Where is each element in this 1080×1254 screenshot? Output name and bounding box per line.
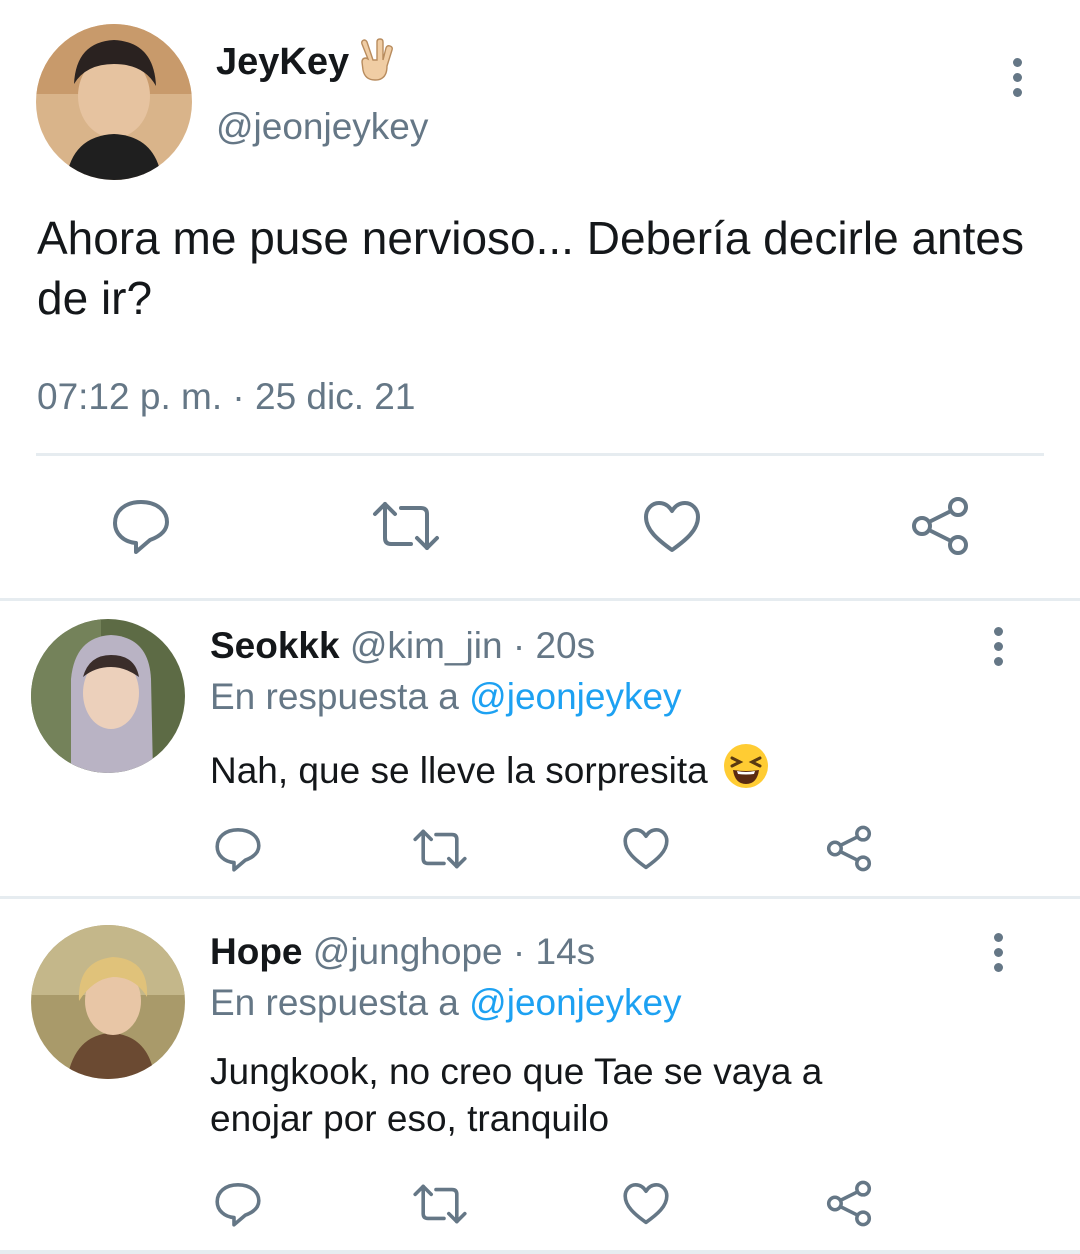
replying-to-line: En respuesta a @jeonjeykey <box>210 676 682 718</box>
divider <box>0 598 1080 601</box>
reply-age: · 20s <box>512 625 596 666</box>
reply-text-row: Nah, que se lleve la sorpresita <box>210 742 770 799</box>
laughing-face-emoji <box>722 742 770 799</box>
victory-hand-emoji <box>355 37 399 87</box>
divider <box>36 453 1044 456</box>
reply-handle[interactable]: @kim_jin <box>350 625 503 666</box>
reply-age: · 14s <box>512 931 596 972</box>
tweet-text: Ahora me puse nervioso... Debería decirl… <box>37 212 1024 324</box>
reply-icon[interactable] <box>213 1180 263 1228</box>
more-options-icon[interactable] <box>992 627 1004 672</box>
replying-prefix: En respuesta a <box>210 982 459 1023</box>
retweet-icon[interactable] <box>371 500 441 552</box>
reply-text: Nah, que se lleve la sorpresita <box>210 749 708 791</box>
replying-to-line: En respuesta a @jeonjeykey <box>210 982 682 1024</box>
retweet-icon[interactable] <box>412 828 468 870</box>
reply-icon[interactable] <box>213 825 263 873</box>
author-handle[interactable]: @jeonjeykey <box>216 106 428 148</box>
reply-display-name[interactable]: Seokkk <box>210 625 340 666</box>
avatar-hope[interactable] <box>31 925 185 1079</box>
divider <box>0 1250 1080 1254</box>
share-icon[interactable] <box>824 825 874 872</box>
like-icon[interactable] <box>622 827 670 871</box>
author-display-name[interactable]: JeyKey <box>216 41 349 84</box>
reply-display-name[interactable]: Hope <box>210 931 303 972</box>
like-icon[interactable] <box>642 500 702 554</box>
replying-to-link[interactable]: @jeonjeykey <box>469 982 681 1023</box>
more-options-icon[interactable] <box>1011 58 1023 103</box>
reply-handle[interactable]: @junghope <box>313 931 503 972</box>
tweet-timestamp: 07:12 p. m. · 25 dic. 21 <box>37 376 416 417</box>
replying-prefix: En respuesta a <box>210 676 459 717</box>
reply-header: Seokkk @kim_jin · 20s <box>210 625 595 667</box>
like-icon[interactable] <box>622 1182 670 1226</box>
more-options-icon[interactable] <box>992 933 1004 978</box>
replying-to-link[interactable]: @jeonjeykey <box>469 676 681 717</box>
avatar-seokkk[interactable] <box>31 619 185 773</box>
divider <box>0 896 1080 899</box>
reply-text-line: enojar por eso, tranquilo <box>210 1098 610 1139</box>
share-icon[interactable] <box>908 496 972 556</box>
author-name-row: JeyKey <box>216 37 399 87</box>
share-icon[interactable] <box>824 1180 874 1227</box>
reply-header: Hope @junghope · 14s <box>210 931 595 973</box>
reply-text-line: Jungkook, no creo que Tae se vaya a <box>210 1051 823 1092</box>
reply-text: Jungkook, no creo que Tae se vaya a enoj… <box>210 1048 822 1142</box>
avatar-jeykey[interactable] <box>36 24 192 180</box>
retweet-icon[interactable] <box>412 1183 468 1225</box>
reply-icon[interactable] <box>110 496 172 556</box>
